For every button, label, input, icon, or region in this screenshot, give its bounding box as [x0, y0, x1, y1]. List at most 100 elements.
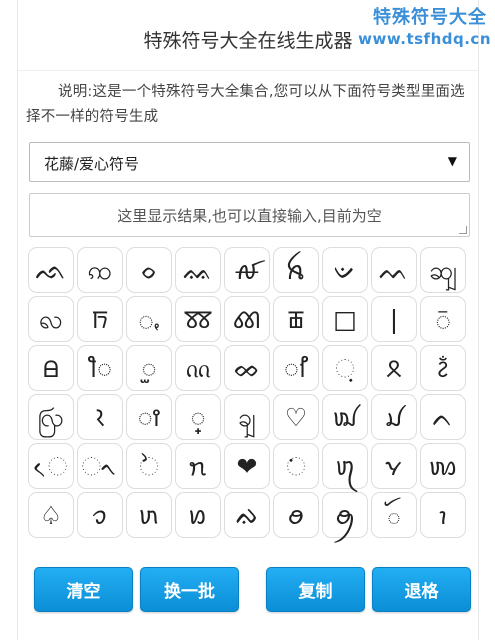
symbol-glyph: ꫥ	[287, 304, 305, 334]
category-select-value: 花藤/爱心符号	[44, 155, 140, 173]
symbol-cell[interactable]: ꪫ	[77, 492, 123, 538]
symbol-cell[interactable]: ꪨ	[322, 443, 368, 489]
symbol-cell[interactable]: ᨔ	[126, 247, 172, 293]
clear-button[interactable]: 清空	[34, 567, 133, 612]
symbol-cell[interactable]: ᨚ	[77, 443, 123, 489]
symbol-cell[interactable]: □	[322, 296, 368, 342]
symbol-glyph: ꫛ	[234, 255, 260, 285]
symbol-cell[interactable]: ꩾ	[224, 394, 270, 440]
symbol-cell[interactable]: ꪬ	[126, 492, 172, 538]
symbol-cell[interactable]: ꫥ	[273, 296, 319, 342]
symbol-cell[interactable]: |	[371, 296, 417, 342]
symbol-glyph: ꫴ	[95, 402, 105, 432]
symbol-glyph: |	[389, 304, 399, 334]
symbol-glyph: ꫯ	[283, 353, 309, 383]
symbol-cell[interactable]: ꩼ	[420, 296, 466, 342]
symbol-cell[interactable]: ꫲ	[420, 345, 466, 391]
symbol-cell[interactable]: ꫫ	[77, 345, 123, 391]
symbol-glyph: ꩼ	[435, 304, 451, 334]
next-batch-button[interactable]: 换一批	[140, 567, 239, 612]
symbol-cell[interactable]: ᨐ	[175, 247, 221, 293]
symbol-glyph: ᨒ	[35, 255, 67, 285]
symbol-glyph: ꩺ	[37, 402, 65, 432]
symbol-cell[interactable]: ꪪ	[420, 443, 466, 489]
symbol-cell[interactable]: ꫴ	[77, 394, 123, 440]
watermark-url: www.tsfhdq.cn	[358, 30, 491, 48]
symbol-cell[interactable]: ᨗ	[273, 443, 319, 489]
symbol-cell[interactable]: ᨉ	[322, 247, 368, 293]
symbol-glyph: ꫩ	[183, 304, 213, 334]
symbol-cell[interactable]: ♤	[28, 492, 74, 538]
category-select[interactable]: 花藤/爱心符号 ▼	[29, 142, 470, 182]
symbol-cell[interactable]: ꪱ	[420, 492, 466, 538]
watermark-name: 特殊符号大全	[373, 7, 487, 28]
symbol-cell[interactable]: ꫶	[175, 394, 221, 440]
symbol-glyph: ꩾ	[238, 402, 256, 432]
symbol-cell[interactable]: ꪢ	[322, 394, 368, 440]
chevron-down-icon: ▼	[447, 154, 457, 168]
symbol-cell[interactable]: ꫯ	[273, 345, 319, 391]
symbol-glyph: ꫪ	[42, 353, 60, 383]
symbol-glyph: ꪣ	[384, 402, 404, 432]
resize-grip-icon[interactable]	[459, 226, 467, 234]
symbol-glyph: ꫲ	[437, 353, 449, 383]
symbol-cell[interactable]: ꫛ	[224, 247, 270, 293]
symbol-grid: ᨒ ꩡ ᨔ ᨐ ꫛ ꫝ ᨉ ᨓ ꩿ ꩮ ꫨꩻ ꫩ ꫤ ꫥ □ |ꩼ ꫪꫫꫬ ᦶ ᨖꫯᨘ ꫳ ꫲ ꩺ ꫴꫵ꫶ ꩾ ♡ ꪢ ꪣ ᨈᨙᨚᨛ ꪦ…	[28, 247, 473, 538]
symbol-glyph: ꫨ	[91, 304, 109, 334]
description-text: 说明:这是一个特殊符号大全集合,您可以从下面符号类型里面选择不一样的符号生成	[26, 84, 465, 125]
symbol-cell[interactable]: ꪭ	[175, 492, 221, 538]
symbol-glyph: ꩻ	[138, 304, 160, 334]
symbol-cell[interactable]: ᨁ	[224, 492, 270, 538]
symbol-cell[interactable]: ♡	[273, 394, 319, 440]
symbol-glyph: ᨈ	[432, 402, 454, 432]
symbol-cell[interactable]: ᨈ	[420, 394, 466, 440]
symbol-cell[interactable]: ꩿ	[420, 247, 466, 293]
symbol-cell[interactable]: ꫳ	[371, 345, 417, 391]
symbol-glyph: ꪭ	[187, 500, 209, 530]
symbol-glyph: ᨔ	[140, 255, 158, 285]
symbol-cell[interactable]: ᨙ	[28, 443, 74, 489]
backspace-button[interactable]: 退格	[372, 567, 471, 612]
result-textarea[interactable]: 这里显示结果,也可以直接输入,目前为空	[29, 193, 470, 237]
symbol-cell[interactable]: ᨓ	[371, 247, 417, 293]
symbol-glyph: ꩡ	[87, 255, 113, 285]
symbol-cell[interactable]: ꩡ	[77, 247, 123, 293]
symbol-glyph: ꫳ	[386, 353, 402, 383]
symbol-cell[interactable]: ꫤ	[224, 296, 270, 342]
symbol-glyph: ᦶ	[185, 353, 211, 383]
symbol-cell[interactable]: ꩻ	[126, 296, 172, 342]
symbol-cell[interactable]: ꪩ	[371, 443, 417, 489]
symbol-cell[interactable]: ꪦ	[175, 443, 221, 489]
symbol-cell[interactable]: ꫨ	[77, 296, 123, 342]
symbol-cell[interactable]: ꩺ	[28, 394, 74, 440]
symbol-cell[interactable]: ꪮ	[273, 492, 319, 538]
symbol-cell[interactable]: ᦶ	[175, 345, 221, 391]
symbol-cell[interactable]: ꫪ	[28, 345, 74, 391]
symbol-glyph: ꪯ	[335, 500, 355, 530]
symbol-cell[interactable]: ᨘ	[322, 345, 368, 391]
symbol-cell[interactable]: ᨛ	[126, 443, 172, 489]
symbol-glyph: ꫵ	[137, 402, 161, 432]
symbol-glyph: ꪪ	[427, 451, 459, 481]
symbol-glyph: ꪫ	[92, 500, 108, 530]
symbol-glyph: ♡	[284, 402, 308, 432]
symbol-cell[interactable]: ꪰ	[371, 492, 417, 538]
symbol-cell[interactable]: ꪯ	[322, 492, 368, 538]
symbol-glyph: ᨚ	[81, 451, 119, 481]
symbol-glyph: ꪨ	[334, 451, 356, 481]
symbol-cell[interactable]: ᨖ	[224, 345, 270, 391]
title-divider	[18, 70, 478, 71]
symbol-glyph: ꪬ	[137, 500, 161, 530]
symbol-cell[interactable]: ❤	[224, 443, 270, 489]
symbol-glyph: ꪮ	[287, 500, 305, 530]
symbol-cell[interactable]: ꫬ	[126, 345, 172, 391]
symbol-glyph: ꫬ	[141, 353, 157, 383]
copy-button[interactable]: 复制	[266, 567, 365, 612]
symbol-cell[interactable]: ᨒ	[28, 247, 74, 293]
symbol-cell[interactable]: ꫩ	[175, 296, 221, 342]
symbol-cell[interactable]: ꫵ	[126, 394, 172, 440]
symbol-cell[interactable]: ꪣ	[371, 394, 417, 440]
symbol-cell[interactable]: ꩮ	[28, 296, 74, 342]
symbol-cell[interactable]: ꫝ	[273, 247, 319, 293]
symbol-glyph: ꫝ	[285, 255, 307, 285]
